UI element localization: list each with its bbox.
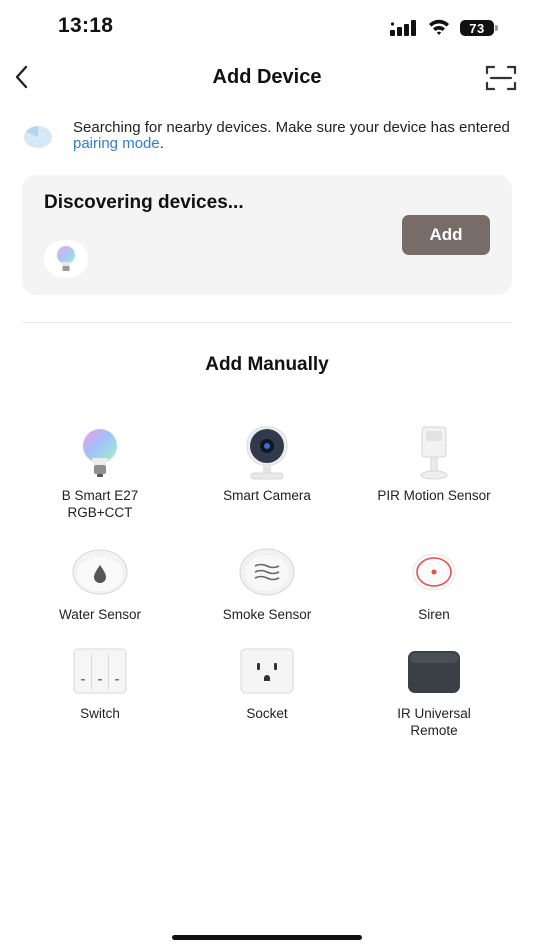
device-label: Water Sensor <box>58 607 142 622</box>
siren-icon <box>402 544 466 600</box>
discovering-title: Discovering devices... <box>44 192 244 213</box>
device-item-water-sensor[interactable]: Water Sensor <box>15 544 185 623</box>
add-button[interactable]: Add <box>402 215 490 255</box>
discovered-device-bulb[interactable] <box>44 240 88 278</box>
device-item-ir-universal-remote[interactable]: IR Universal Remote <box>349 643 519 739</box>
wifi-icon <box>429 19 449 35</box>
scan-qr-button[interactable] <box>484 64 518 92</box>
device-item-switch[interactable]: Switch <box>15 643 185 722</box>
page-title: Add Device <box>212 66 322 88</box>
device-label: Siren <box>418 607 450 622</box>
status-time: 13:18 <box>58 14 114 37</box>
searching-text: Searching for nearby devices. Make sure … <box>73 119 510 136</box>
divider <box>22 322 512 323</box>
device-item-socket[interactable]: Socket <box>182 643 352 722</box>
device-label: Smoke Sensor <box>222 607 312 622</box>
bulb-icon <box>68 425 132 481</box>
device-label: Switch <box>80 706 120 721</box>
pairing-mode-link[interactable]: pairing mode <box>73 135 160 152</box>
searching-text-end: . <box>159 135 164 152</box>
device-label: IR Universal Remote <box>397 706 471 738</box>
switch-icon <box>68 643 132 699</box>
device-label: Smart Camera <box>223 488 311 503</box>
battery-cap <box>495 25 498 31</box>
searching-radar-icon <box>24 126 52 148</box>
signal-icon <box>390 20 416 36</box>
ir-remote-icon <box>402 643 466 699</box>
camera-icon <box>235 425 299 481</box>
device-item-smart-camera[interactable]: Smart Camera <box>182 425 352 504</box>
searching-message: Searching for nearby devices. Make sure … <box>73 120 513 152</box>
device-item-smoke-sensor[interactable]: Smoke Sensor <box>182 544 352 623</box>
device-item-bulb[interactable]: B Smart E27 RGB+CCT <box>15 425 185 521</box>
smoke-sensor-icon <box>235 544 299 600</box>
water-sensor-icon <box>68 544 132 600</box>
device-item-siren[interactable]: Siren <box>349 544 519 623</box>
device-label: Socket <box>246 706 288 721</box>
bulb-icon <box>57 246 75 271</box>
socket-icon <box>235 643 299 699</box>
home-indicator[interactable] <box>172 935 362 940</box>
add-manually-title: Add Manually <box>205 354 329 375</box>
device-label: PIR Motion Sensor <box>377 488 491 503</box>
battery-indicator: 73 <box>460 20 494 36</box>
device-label: B Smart E27 RGB+CCT <box>61 488 139 520</box>
motion-sensor-icon <box>402 425 466 481</box>
device-item-pir-motion-sensor[interactable]: PIR Motion Sensor <box>349 425 519 504</box>
